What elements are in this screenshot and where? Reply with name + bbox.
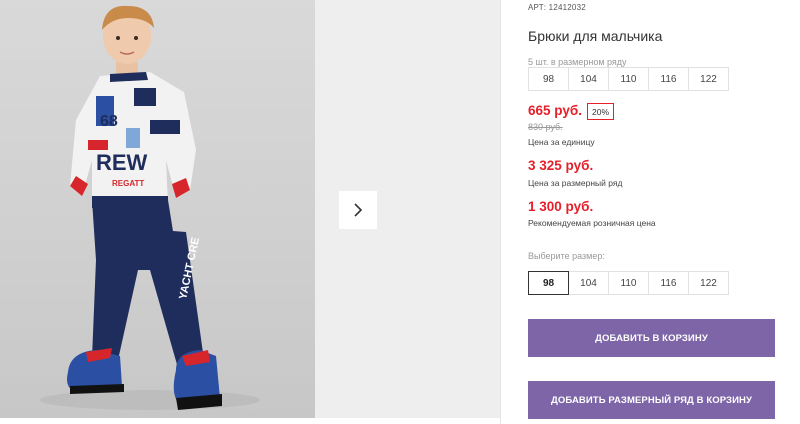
add-size-row-to-cart-button[interactable]: ДОБАВИТЬ РАЗМЕРНЫЙ РЯД В КОРЗИНУ — [528, 381, 775, 419]
add-to-cart-button[interactable]: ДОБАВИТЬ В КОРЗИНУ — [528, 319, 775, 357]
retail-price: 1 300 руб. — [528, 199, 594, 214]
column-divider — [500, 0, 501, 424]
product-gallery: YACHT CRE 68 REW REGATT — [0, 0, 500, 424]
sku-label: АРТ: — [528, 3, 547, 12]
size-option-110[interactable]: 110 — [608, 271, 649, 295]
product-sku: АРТ: 12412032 — [528, 3, 586, 12]
product-title: Брюки для мальчика — [528, 28, 663, 44]
size-row-item: 98 — [528, 67, 569, 91]
choose-size-label: Выберите размер: — [528, 251, 605, 261]
unit-price-caption: Цена за единицу — [528, 137, 595, 147]
shirt-print-small: REGATT — [112, 179, 144, 188]
shirt-print-number: 68 — [100, 113, 118, 130]
sku-value: 12412032 — [548, 3, 586, 12]
size-option-104[interactable]: 104 — [568, 271, 609, 295]
discount-badge: 20% — [587, 103, 615, 120]
unit-price: 665 руб. — [528, 103, 582, 118]
product-photo: YACHT CRE 68 REW REGATT — [0, 0, 315, 418]
size-row-list: 98 104 110 116 122 — [528, 67, 729, 91]
gallery-next-button[interactable] — [339, 191, 377, 229]
chevron-right-icon — [354, 203, 363, 217]
size-option-116[interactable]: 116 — [648, 271, 689, 295]
old-price: 830 руб. — [528, 122, 563, 132]
size-option-122[interactable]: 122 — [688, 271, 729, 295]
shirt-print-text: REW — [96, 150, 148, 175]
size-selector: 98 104 110 116 122 — [528, 271, 729, 295]
row-price-caption: Цена за размерный ряд — [528, 178, 623, 188]
size-row-item: 116 — [648, 67, 689, 91]
size-row-label: 5 шт. в размерном ряду — [528, 57, 627, 67]
size-row-item: 122 — [688, 67, 729, 91]
size-option-98[interactable]: 98 — [528, 271, 569, 295]
row-price: 3 325 руб. — [528, 158, 594, 173]
size-row-item: 104 — [568, 67, 609, 91]
product-photo-illustration: YACHT CRE 68 REW REGATT — [40, 5, 260, 410]
retail-price-caption: Рекомендуемая розничная цена — [528, 218, 656, 228]
size-row-item: 110 — [608, 67, 649, 91]
